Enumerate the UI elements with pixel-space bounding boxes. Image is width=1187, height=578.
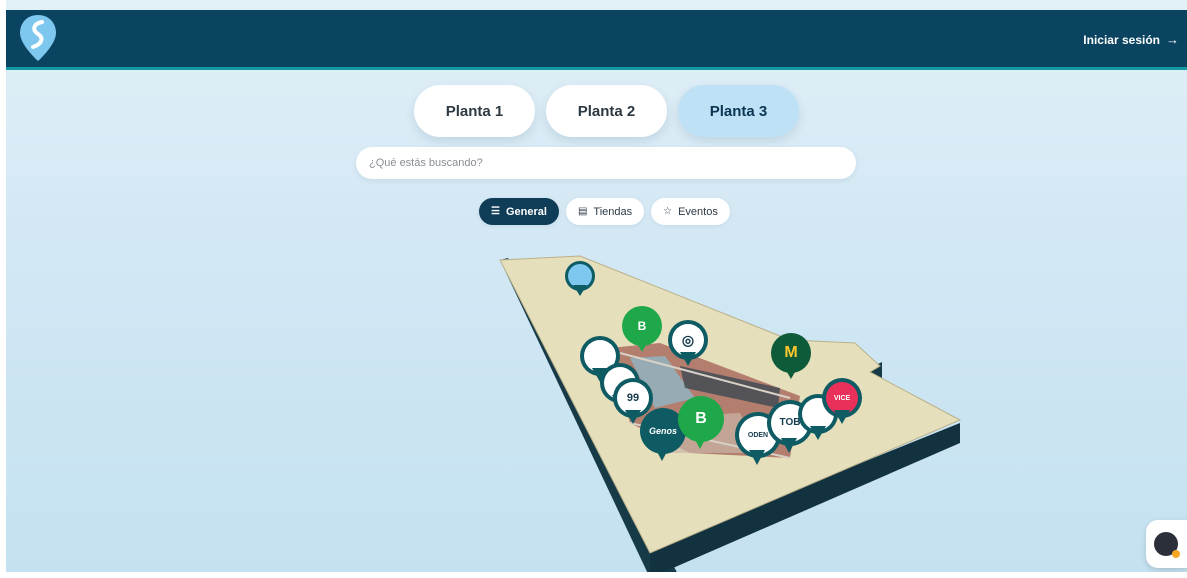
- vice-pin[interactable]: VICE: [822, 378, 862, 430]
- login-link[interactable]: Iniciar sesión →: [1083, 32, 1179, 47]
- search-input[interactable]: [356, 147, 856, 179]
- filter-general-label: General: [505, 205, 547, 218]
- window-edge: [0, 0, 6, 578]
- filter-eventos[interactable]: ☆ Eventos: [651, 198, 730, 225]
- tab-planta-2[interactable]: Planta 2: [546, 85, 667, 137]
- floor-selector: Planta 1 Planta 2 Planta 3: [414, 85, 799, 137]
- chatbot-button[interactable]: [1146, 520, 1187, 568]
- filter-tiendas-label: Tiendas: [593, 205, 633, 218]
- pharmacy-large-pin[interactable]: B: [678, 396, 724, 454]
- floor-map-3d[interactable]: B ◎ M 99 Genos B ODEN TOB VICE: [490, 248, 970, 578]
- filter-tiendas[interactable]: ▤ Tiendas: [565, 198, 645, 225]
- floor-plan: [499, 255, 962, 578]
- mcdonalds-pin[interactable]: M: [771, 333, 811, 385]
- tab-planta-1[interactable]: Planta 1: [414, 85, 535, 137]
- footer-strip: [0, 572, 1187, 578]
- top-navbar: Iniciar sesión →: [6, 10, 1187, 70]
- store-icon: ▤: [577, 206, 588, 217]
- calendar-star-icon: ☆: [663, 206, 673, 217]
- you-are-here-pin[interactable]: [565, 261, 595, 301]
- tab-planta-3[interactable]: Planta 3: [678, 85, 799, 137]
- pharmacy-pin[interactable]: B: [622, 306, 662, 358]
- arrow-right-icon: →: [1166, 32, 1179, 47]
- notification-dot: [1172, 550, 1180, 558]
- shop-emblem-pin[interactable]: ◎: [668, 320, 708, 372]
- category-filters: ☰ General ▤ Tiendas ☆ Eventos: [479, 198, 730, 225]
- map-pin-road-logo[interactable]: [18, 13, 58, 63]
- filter-eventos-label: Eventos: [678, 205, 718, 218]
- list-filter-icon: ☰: [491, 206, 500, 217]
- filter-general[interactable]: ☰ General: [479, 198, 559, 225]
- login-label: Iniciar sesión: [1083, 32, 1160, 47]
